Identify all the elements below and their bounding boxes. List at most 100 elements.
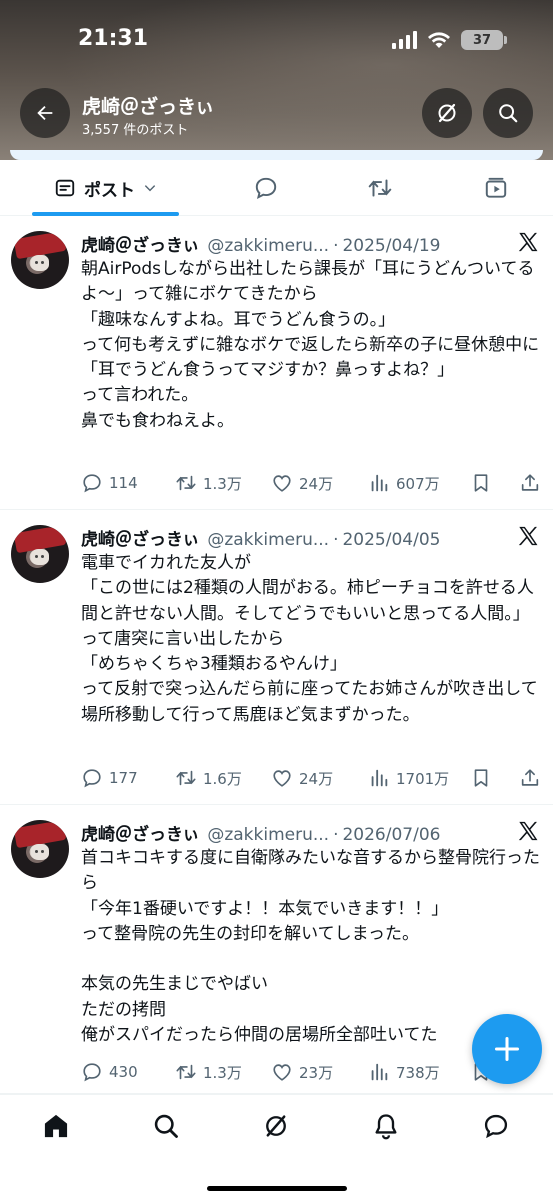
author-handle[interactable]: @zakkimeru... (207, 236, 329, 256)
reply-button[interactable]: 430 (81, 1059, 138, 1085)
messages-icon (484, 1114, 508, 1139)
nav-grok[interactable] (261, 1111, 291, 1141)
profile-tabs: ポスト (0, 160, 553, 216)
share-button[interactable] (519, 470, 541, 496)
grok-button[interactable] (422, 88, 472, 138)
search-icon (499, 104, 518, 123)
signal-icon (392, 31, 417, 49)
post-count: 3,557 件のポスト (82, 123, 189, 138)
separator-dot: · (333, 236, 339, 256)
reply-button[interactable]: 177 (81, 765, 138, 791)
view-count: 607万 (396, 474, 440, 493)
nav-search[interactable] (151, 1111, 181, 1141)
tab-posts[interactable]: ポスト (32, 160, 179, 216)
avatar[interactable] (11, 231, 69, 289)
share-icon (521, 474, 539, 491)
post-header: 虎崎＠ざっきぃ @zakkimeru... · 2026/07/06 (81, 820, 440, 845)
avatar[interactable] (11, 820, 69, 878)
bookmark-button[interactable] (470, 765, 492, 791)
post-text: 朝AirPodsしながら出社したら課長が「耳にうどんついてるよ〜」って雑にボケて… (81, 259, 540, 431)
repost-button[interactable]: 1.6万 (175, 765, 242, 791)
bottom-navigation (0, 1094, 553, 1200)
status-icons: 37 (392, 30, 507, 50)
views-button[interactable]: 607万 (368, 470, 440, 496)
battery-indicator: 37 (461, 30, 507, 50)
profile-header: 21:31 37 虎崎＠ざっきぃ 3,557 件のポスト (0, 0, 553, 160)
posts-tab-icon (55, 179, 75, 197)
chevron-down-icon[interactable] (143, 181, 157, 195)
repost-icon (176, 475, 196, 491)
notifications-icon (375, 1114, 397, 1140)
like-count: 24万 (299, 769, 334, 788)
repost-button[interactable]: 1.3万 (175, 1059, 242, 1085)
wifi-icon (428, 32, 450, 48)
reply-tab-icon (255, 177, 277, 200)
nav-messages[interactable] (481, 1111, 511, 1141)
reply-count: 430 (109, 1063, 138, 1081)
nav-notifications[interactable] (371, 1111, 401, 1141)
post-date[interactable]: 2026/07/06 (342, 825, 440, 845)
status-time: 21:31 (78, 26, 149, 51)
share-button[interactable] (519, 765, 541, 791)
author-handle[interactable]: @zakkimeru... (207, 825, 329, 845)
tab-media[interactable] (466, 160, 526, 216)
reply-count: 177 (109, 769, 138, 787)
views-button[interactable]: 738万 (368, 1059, 440, 1085)
post-actions: 177 1.6万 24万 1701万 (81, 765, 543, 791)
avatar[interactable] (11, 525, 69, 583)
post-date[interactable]: 2025/04/05 (342, 530, 440, 550)
tab-reposts[interactable] (350, 160, 410, 216)
repost-button[interactable]: 1.3万 (175, 470, 242, 496)
author-handle[interactable]: @zakkimeru... (207, 530, 329, 550)
post-date[interactable]: 2025/04/19 (342, 236, 440, 256)
grok-icon (438, 103, 456, 123)
grok-icon (266, 1115, 286, 1137)
like-icon (273, 770, 291, 787)
compose-plus-icon (494, 1036, 520, 1062)
post-header: 虎崎＠ざっきぃ @zakkimeru... · 2025/04/05 (81, 525, 440, 550)
author-name[interactable]: 虎崎＠ざっきぃ (81, 525, 199, 550)
like-button[interactable]: 24万 (271, 470, 333, 496)
home-icon (44, 1114, 68, 1138)
like-button[interactable]: 24万 (271, 765, 333, 791)
repost-count: 1.3万 (203, 474, 242, 493)
like-button[interactable]: 23万 (271, 1059, 333, 1085)
like-icon (273, 475, 291, 492)
post-header: 虎崎＠ざっきぃ @zakkimeru... · 2025/04/19 (81, 231, 440, 256)
views-icon (371, 1063, 388, 1081)
reply-icon (83, 474, 101, 493)
repost-icon (176, 770, 196, 786)
search-icon (154, 1114, 178, 1138)
post-item[interactable]: 虎崎＠ざっきぃ @zakkimeru... · 2025/04/05 電車でイカ… (0, 511, 553, 805)
search-button[interactable] (483, 88, 533, 138)
profile-name: 虎崎＠ざっきぃ (82, 96, 215, 118)
separator-dot: · (333, 530, 339, 550)
compose-button[interactable] (472, 1014, 542, 1084)
separator-dot: · (333, 825, 339, 845)
header-strip (10, 150, 543, 160)
like-count: 23万 (299, 1063, 334, 1082)
post-actions: 114 1.3万 24万 607万 (81, 470, 543, 496)
views-button[interactable]: 1701万 (368, 765, 449, 791)
post-item[interactable]: 虎崎＠ざっきぃ @zakkimeru... · 2025/04/19 朝AirP… (0, 217, 553, 510)
repost-count: 1.6万 (203, 769, 242, 788)
nav-home[interactable] (41, 1111, 71, 1141)
author-name[interactable]: 虎崎＠ざっきぃ (81, 231, 199, 256)
author-name[interactable]: 虎崎＠ざっきぃ (81, 820, 199, 845)
media-tab-icon (485, 177, 507, 198)
repost-icon (176, 1064, 196, 1080)
views-icon (371, 769, 388, 787)
reply-icon (83, 1063, 101, 1082)
like-count: 24万 (299, 474, 334, 493)
post-item[interactable]: 虎崎＠ざっきぃ @zakkimeru... · 2026/07/06 首コキコキ… (0, 806, 553, 1094)
back-button[interactable] (20, 88, 70, 138)
tab-replies[interactable] (236, 160, 296, 216)
bookmark-button[interactable] (470, 470, 492, 496)
home-indicator (207, 1186, 347, 1191)
x-logo-icon (518, 821, 538, 841)
tab-posts-label: ポスト (84, 180, 135, 201)
reply-button[interactable]: 114 (81, 470, 138, 496)
x-logo-icon (518, 526, 538, 546)
x-logo-icon (518, 232, 538, 252)
post-text: 首コキコキする度に自衛隊みたいな音するから整骨院行ったら 「今年1番硬いですよ！… (81, 848, 540, 1046)
